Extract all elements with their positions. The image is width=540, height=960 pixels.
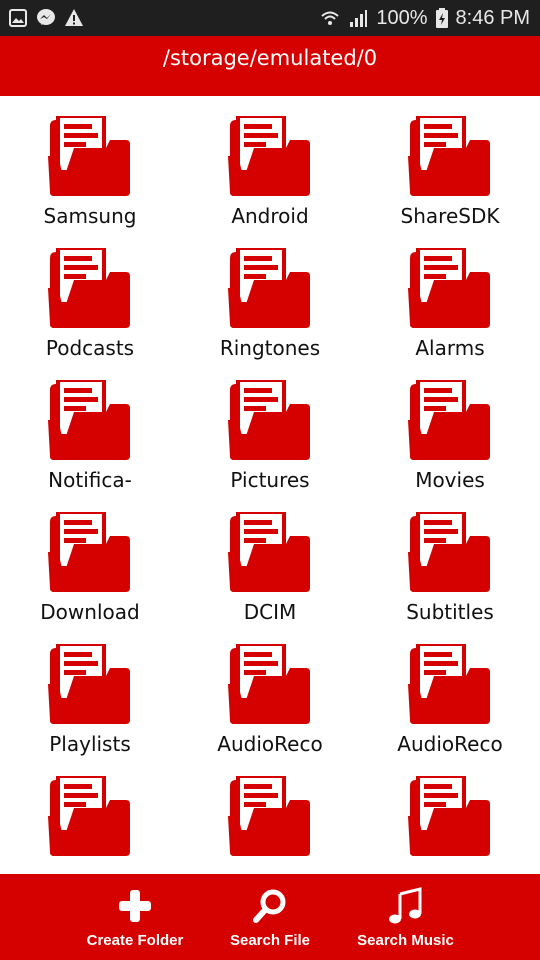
folder-item[interactable]: DCIM: [180, 492, 360, 624]
battery-icon: [435, 8, 448, 28]
folder-item[interactable]: [360, 756, 540, 872]
folder-grid: Samsung Android ShareSDK Podcasts Ringto…: [0, 96, 540, 872]
folder-item[interactable]: Android: [180, 96, 360, 228]
folder-item[interactable]: Notifica-: [0, 360, 180, 492]
folder-item[interactable]: Subtitles: [360, 492, 540, 624]
folder-item[interactable]: Samsung: [0, 96, 180, 228]
status-left: [8, 8, 84, 28]
title-bar: /storage/emulated/0: [0, 36, 540, 96]
folder-icon: [228, 776, 310, 856]
search-file-label: Search File: [229, 932, 311, 949]
folder-label: DCIM: [243, 600, 297, 624]
folder-label: Subtitles: [406, 600, 494, 624]
folder-item[interactable]: [0, 756, 180, 872]
folder-icon: [48, 116, 130, 196]
folder-item[interactable]: Podcasts: [0, 228, 180, 360]
wifi-icon: [321, 11, 340, 25]
folder-label: Download: [40, 600, 140, 624]
messenger-icon: [37, 9, 55, 25]
plus-icon: [119, 890, 151, 922]
folder-item[interactable]: Alarms: [360, 228, 540, 360]
folder-label: Podcasts: [45, 336, 135, 360]
folder-item[interactable]: ShareSDK: [360, 96, 540, 228]
status-bar: 100% 8:46 PM: [0, 0, 540, 36]
folder-icon: [408, 776, 490, 856]
folder-icon: [228, 116, 310, 196]
folder-label: ShareSDK: [400, 204, 500, 228]
folder-icon: [228, 248, 310, 328]
create-folder-label: Create Folder: [86, 932, 184, 949]
folder-label: Pictures: [230, 468, 310, 492]
folder-icon: [228, 380, 310, 460]
folder-item[interactable]: AudioReco: [180, 624, 360, 756]
folder-icon: [408, 116, 490, 196]
folder-icon: [228, 644, 310, 724]
search-music-button[interactable]: Search Music: [348, 886, 463, 956]
search-music-label: Search Music: [357, 932, 454, 949]
folder-label: Movies: [415, 468, 485, 492]
gallery-icon: [9, 9, 27, 27]
create-folder-button[interactable]: Create Folder: [75, 886, 195, 956]
search-icon: [253, 889, 286, 923]
folder-label: Notifica-: [48, 468, 132, 492]
folder-label: Ringtones: [219, 336, 321, 360]
folder-label: AudioReco: [397, 732, 503, 756]
folder-label: Alarms: [415, 336, 485, 360]
folder-icon: [48, 776, 130, 856]
folder-icon: [408, 248, 490, 328]
folder-label: AudioReco: [217, 732, 323, 756]
folder-item[interactable]: Pictures: [180, 360, 360, 492]
folder-item[interactable]: Movies: [360, 360, 540, 492]
folder-item[interactable]: Playlists: [0, 624, 180, 756]
folder-icon: [408, 512, 490, 592]
folder-icon: [48, 248, 130, 328]
folder-icon: [48, 644, 130, 724]
music-note-icon: [388, 887, 421, 924]
search-file-button[interactable]: Search File: [215, 886, 325, 956]
signal-icon: [350, 10, 368, 27]
folder-icon: [408, 380, 490, 460]
folder-item[interactable]: AudioReco: [360, 624, 540, 756]
bottom-toolbar: Create Folder Search File Search Music: [0, 872, 540, 960]
folder-item[interactable]: [180, 756, 360, 872]
folder-item[interactable]: Download: [0, 492, 180, 624]
folder-item[interactable]: Ringtones: [180, 228, 360, 360]
current-path: /storage/emulated/0: [162, 46, 378, 70]
status-right: 100% 8:46 PM: [320, 7, 530, 30]
folder-label: Android: [231, 204, 309, 228]
clock: 8:46 PM: [455, 6, 530, 29]
folder-icon: [48, 380, 130, 460]
warning-icon: [65, 9, 83, 26]
folder-icon: [48, 512, 130, 592]
folder-label: Samsung: [43, 204, 137, 228]
folder-icon: [408, 644, 490, 724]
folder-label: Playlists: [49, 732, 131, 756]
folder-icon: [228, 512, 310, 592]
battery-percent: 100%: [376, 6, 428, 29]
